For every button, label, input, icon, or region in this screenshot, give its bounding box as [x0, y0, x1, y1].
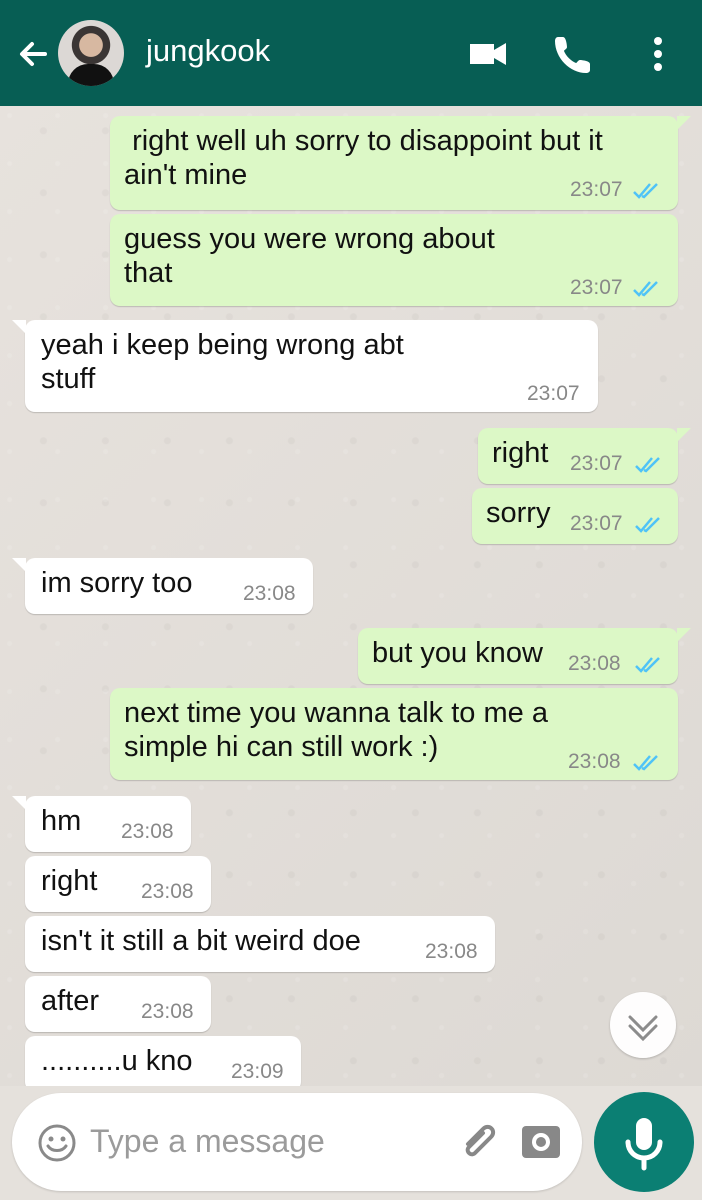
message-text: isn't it still a bit weird doe — [41, 925, 361, 957]
message-time: 23:07 — [527, 382, 580, 405]
message-bubble[interactable]: isn't it still a bit weird doe 23:08 — [25, 916, 495, 972]
message-time: 23:08 — [568, 750, 621, 773]
message-bubble[interactable]: ..........u kno 23:09 — [25, 1036, 301, 1086]
double-check-icon — [633, 755, 658, 771]
message-bubble[interactable]: right 23:08 — [25, 856, 211, 912]
double-check-icon — [635, 457, 660, 473]
message-bubble[interactable]: guess you were wrong about that 23:07 — [110, 214, 678, 306]
message-time: 23:07 — [570, 452, 623, 475]
message-text: hm — [41, 805, 82, 837]
message-bubble[interactable]: after 23:08 — [25, 976, 211, 1032]
message-text: sorry — [486, 497, 551, 529]
more-vert-icon[interactable] — [648, 32, 668, 76]
message-bubble[interactable]: next time you wanna talk to me a simple … — [110, 688, 678, 780]
message-text: next time you wanna talk to me a simple … — [124, 697, 548, 763]
message-time: 23:07 — [570, 178, 623, 201]
emoji-icon[interactable] — [36, 1122, 78, 1164]
camera-icon[interactable] — [518, 1118, 564, 1164]
message-text: but you know — [372, 637, 543, 669]
message-bubble[interactable]: right well uh sorry to disappoint but it… — [110, 116, 691, 210]
contact-avatar[interactable] — [58, 20, 124, 86]
message-time: 23:09 — [231, 1060, 284, 1083]
message-bubble[interactable]: hm 23:08 — [12, 796, 191, 852]
double-check-icon — [635, 657, 660, 673]
message-time: 23:07 — [570, 512, 623, 535]
chevron-down-icon — [628, 1015, 658, 1042]
chat-header: jungkook — [0, 0, 702, 106]
scroll-to-bottom-button[interactable] — [610, 992, 676, 1058]
message-bubble[interactable]: im sorry too 23:08 — [12, 558, 313, 614]
attachment-icon[interactable] — [454, 1118, 500, 1164]
double-check-icon — [633, 281, 658, 297]
message-text: im sorry too — [41, 567, 193, 599]
message-text: right well uh sorry to disappoint but it… — [124, 125, 603, 191]
message-text: yeah i keep being wrong abt stuff — [41, 329, 404, 395]
microphone-icon — [625, 1118, 663, 1171]
message-time: 23:08 — [243, 582, 296, 605]
message-text: guess you were wrong about that — [124, 223, 495, 289]
message-bubble[interactable]: sorry 23:07 — [472, 488, 678, 544]
message-time: 23:08 — [141, 1000, 194, 1023]
message-list[interactable]: right well uh sorry to disappoint but it… — [0, 106, 702, 1086]
double-check-icon — [635, 517, 660, 533]
message-time: 23:07 — [570, 276, 623, 299]
message-input[interactable]: Type a message — [90, 1123, 325, 1160]
double-check-icon — [633, 183, 658, 199]
message-bubble[interactable]: right 23:07 — [478, 428, 691, 484]
message-time: 23:08 — [141, 880, 194, 903]
video-call-icon[interactable] — [466, 32, 510, 76]
message-text: right — [41, 865, 98, 897]
voice-message-button[interactable] — [594, 1092, 694, 1192]
message-bubble[interactable]: but you know 23:08 — [358, 628, 691, 684]
message-text: ..........u kno — [41, 1045, 193, 1077]
back-arrow-icon[interactable] — [14, 34, 54, 74]
message-bubble[interactable]: yeah i keep being wrong abt stuff 23:07 — [12, 320, 598, 412]
message-text: right — [492, 437, 549, 469]
message-time: 23:08 — [425, 940, 478, 963]
message-text: after — [41, 985, 100, 1017]
message-time: 23:08 — [121, 820, 174, 843]
contact-name[interactable]: jungkook — [146, 33, 270, 69]
phone-icon[interactable] — [552, 32, 596, 76]
message-time: 23:08 — [568, 652, 621, 675]
